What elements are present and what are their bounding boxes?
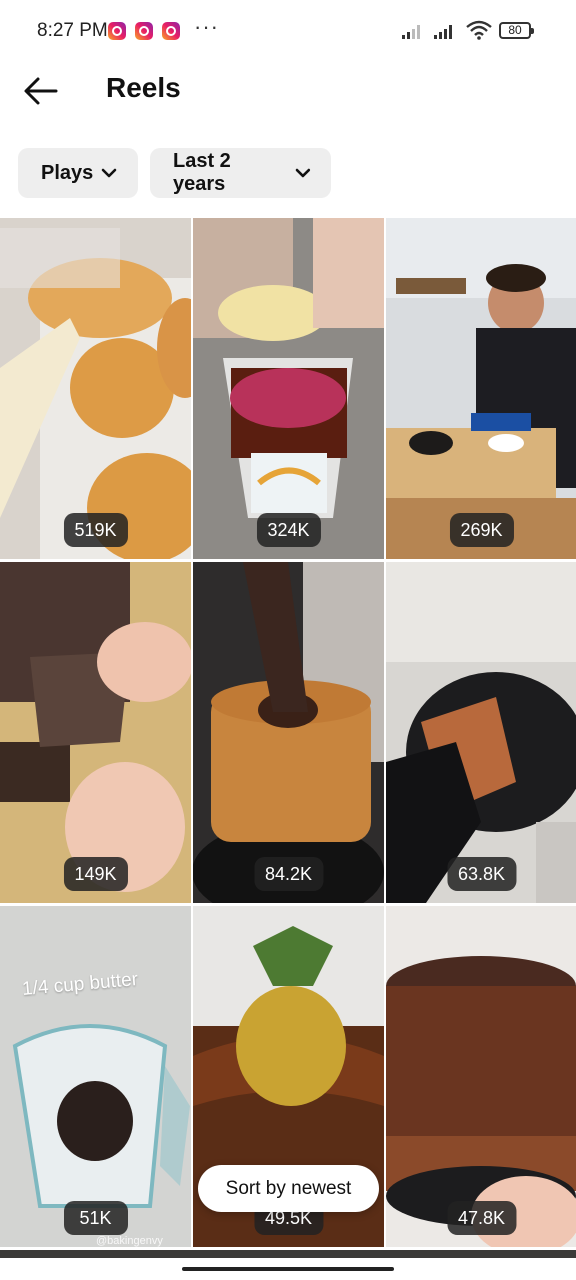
reel-tile[interactable]: 519K bbox=[0, 218, 191, 559]
metric-filter-dropdown[interactable]: Plays bbox=[18, 148, 138, 198]
instagram-icon bbox=[108, 22, 126, 40]
page-title: Reels bbox=[106, 72, 181, 103]
status-bar: 8:27 PM ··· 80 bbox=[0, 0, 576, 62]
reel-thumbnail bbox=[193, 218, 384, 559]
instagram-icon bbox=[162, 22, 180, 40]
reel-thumbnail bbox=[386, 218, 576, 559]
notification-icons bbox=[108, 22, 180, 40]
chevron-down-icon bbox=[101, 168, 117, 178]
play-count-badge: 519K bbox=[63, 513, 128, 547]
reel-tile[interactable]: 324K bbox=[193, 218, 384, 559]
grid-next-row bbox=[0, 1250, 576, 1258]
reel-thumbnail bbox=[386, 562, 576, 903]
more-notifications-icon: ··· bbox=[194, 14, 219, 39]
play-count-badge: 324K bbox=[256, 513, 321, 547]
reel-thumbnail bbox=[193, 562, 384, 903]
play-count-badge: 269K bbox=[449, 513, 514, 547]
filter-bar: Plays Last 2 years bbox=[18, 148, 331, 198]
header: Reels bbox=[0, 62, 576, 122]
reel-tile[interactable]: 149K bbox=[0, 562, 191, 903]
instagram-icon bbox=[135, 22, 153, 40]
reels-grid: 519K 324K 269K 149K 84.2K 63.8K 1/4 cup … bbox=[0, 218, 576, 1258]
play-count-badge: 63.8K bbox=[446, 857, 517, 891]
play-count-badge: 149K bbox=[63, 857, 128, 891]
reel-tile[interactable]: 63.8K bbox=[386, 562, 576, 903]
reel-tile[interactable]: 269K bbox=[386, 218, 576, 559]
chevron-down-icon bbox=[295, 168, 311, 178]
battery-icon: 80 bbox=[499, 22, 534, 39]
play-count-badge: 47.8K bbox=[446, 1201, 517, 1235]
metric-filter-label: Plays bbox=[41, 161, 94, 184]
reel-thumbnail bbox=[0, 562, 191, 903]
signal-icon bbox=[434, 23, 452, 39]
sort-button[interactable]: Sort by newest bbox=[198, 1165, 379, 1212]
play-count-badge: 51K bbox=[63, 1201, 128, 1235]
reel-thumbnail bbox=[0, 218, 191, 559]
arrow-left-icon[interactable] bbox=[22, 74, 60, 108]
gesture-nav-bar bbox=[0, 1258, 576, 1280]
signal-icon bbox=[402, 23, 420, 39]
reel-tile[interactable]: 84.2K bbox=[193, 562, 384, 903]
watermark: @bakingenvy bbox=[96, 1235, 163, 1247]
reel-thumbnail bbox=[386, 906, 576, 1247]
date-range-dropdown[interactable]: Last 2 years bbox=[150, 148, 331, 198]
reel-tile[interactable]: 47.8K bbox=[386, 906, 576, 1247]
reel-tile[interactable]: 1/4 cup butter @bakingenvy 51K bbox=[0, 906, 191, 1247]
date-range-label: Last 2 years bbox=[173, 150, 231, 195]
home-indicator[interactable] bbox=[182, 1267, 394, 1271]
reel-thumbnail bbox=[0, 906, 191, 1247]
wifi-icon bbox=[466, 20, 492, 40]
status-time: 8:27 PM bbox=[37, 20, 108, 41]
play-count-badge: 84.2K bbox=[253, 857, 324, 891]
